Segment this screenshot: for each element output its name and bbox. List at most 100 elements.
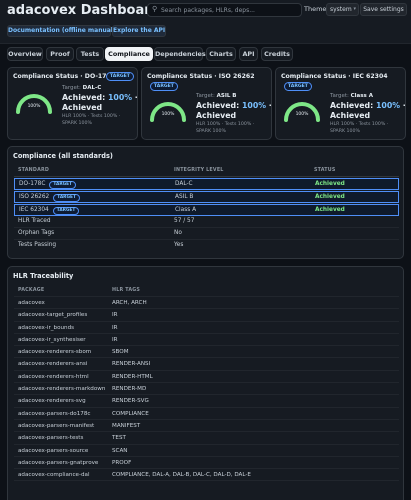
achieved-separator: · [268,101,272,110]
target-badge: TARGET [52,207,80,215]
search-input[interactable] [161,5,299,15]
table-row: adacovex-parsers-tests TEST [14,432,399,445]
table-row[interactable]: DO-178C TARGET DAL-C Achieved [14,178,399,190]
target-badge: TARGET [106,72,134,81]
package-cell: adacovex-parsers-source [18,447,89,454]
table-row: Tests Passing Yes [14,240,399,252]
standard-cell: IEC 62304 TARGET [19,207,80,215]
traceability-rows: adacovex ARCH, ARCH adacovex-target_profil… [14,297,399,482]
package-cell: adacovex-renderers-svg [18,398,86,405]
status-cell: Achieved [315,181,345,187]
hlr-tags-cell: SBOM [112,349,129,356]
table-row: adacovex-renderers-sbom SBOM [14,346,399,359]
hlr-tags-cell: COMPLIANCE, DAL-A, DAL-B, DAL-C, DAL-D, … [112,472,251,479]
card-meta-line: SPARK 100% [62,120,92,126]
column-header: PACKAGE [18,288,45,293]
hlr-tags-cell: ARCH, ARCH [112,300,147,306]
target-badge: TARGET [150,82,178,91]
achieved-prefix: Achieved: [330,101,374,110]
package-cell: adacovex-renderers-sbom [18,349,92,356]
hlr-tags-cell: RENDER-ANSI [112,361,151,368]
target-badge: TARGET [284,82,312,91]
explore-api-link[interactable]: Explore the API [112,25,166,37]
theme-label: Theme [304,5,327,13]
achieved-percent: 100% [107,93,133,102]
status-cell: Achieved [315,194,345,200]
tab-charts[interactable]: Charts [206,47,236,61]
column-header: HLR TAGS [112,288,141,293]
achieved-prefix: Achieved: [62,93,106,102]
table-row[interactable]: ISO 26262 TARGET ASIL B Achieved [14,191,399,203]
theme-select[interactable]: system ▾ [326,3,359,16]
standard-name: IEC 62304 [19,207,49,213]
table-row: adacovex-parsers-gnatprove PROOF [14,457,399,470]
hlr-tags-cell: SCAN [112,447,128,454]
package-cell: adacovex-parsers-manifest [18,422,95,429]
package-cell: adacovex-target_profiles [18,312,88,319]
table-row: Orphan Tags No [14,228,399,240]
standard-cell: ISO 26262 TARGET [19,194,80,202]
hlr-traceability-panel: HLR Traceability PACKAGE HLR TAGS adacov… [7,266,404,500]
gauge-chart: 100% [14,92,54,114]
target-label: Target: [196,93,215,99]
target-value: DAL-C [82,85,102,91]
card-title: Compliance Status · ISO 26262 [147,73,255,80]
traceability-table: PACKAGE HLR TAGS adacovex ARCH, ARCH adaco… [14,284,399,482]
save-settings-button[interactable]: Save settings [360,3,407,16]
table-row: adacovex-compliance-dal COMPLIANCE, DAL-A… [14,469,399,482]
package-cell: adacovex-renderers-markdown [18,386,106,393]
card-meta-line: HLR 100% · Tests 100% · [330,122,389,127]
search-icon: ⚲ [152,5,158,13]
target-line: Target: Class A [330,93,373,99]
table-header-row: PACKAGE HLR TAGS [14,284,399,297]
package-cell: adacovex-ir_synthesiser [18,336,86,343]
table-row[interactable]: IEC 62304 TARGET Class A Achieved [14,204,399,216]
hlr-tags-cell: IR [112,324,118,331]
compliance-panel: Compliance (all standards) STANDARD INTE… [7,146,404,259]
package-cell: adacovex-parsers-tests [18,435,84,442]
metric-value: Yes [174,242,184,248]
table-row: adacovex-parsers-do178c COMPLIANCE [14,408,399,420]
hlr-tags-cell: PROOF [112,459,132,466]
achieved-percent: 100% [375,101,401,110]
table-row: adacovex-ir_bounds IR [14,322,399,334]
tab-dependencies[interactable]: Dependencies [154,47,206,61]
card-meta: HLR 100% · Tests 100% · SPARK 100% [62,114,120,127]
package-cell: adacovex-renderers-html [18,373,89,380]
hlr-tags-cell: IR [112,336,118,343]
hlr-tags-cell: TEST [112,435,126,442]
target-label: Target: [62,85,81,91]
tab-proof[interactable]: Proof [46,47,74,61]
app-title: adacovex Dashboard [7,3,160,18]
target-badge: TARGET [53,194,80,202]
search-box[interactable]: ⚲ [147,3,302,17]
achieved-prefix: Achieved: [196,101,240,110]
metric-label: Tests Passing [18,242,57,248]
status-cell: Achieved [315,207,345,213]
metric-value: 57 / 57 [174,218,195,224]
tab-overview[interactable]: Overview [7,47,43,61]
gauge-chart: 100% [148,100,188,122]
package-cell: adacovex-parsers-do178c [18,410,91,417]
tab-credits[interactable]: Credits [261,47,293,61]
target-badge: TARGET [49,181,77,189]
tab-api[interactable]: API [239,47,258,61]
table-row: adacovex-ir_synthesiser IR [14,334,399,347]
package-cell: adacovex-compliance-dal [18,472,90,479]
achieved-word: Achieved [196,111,237,120]
target-value: Class A [350,93,373,99]
card-meta-line: SPARK 100% [330,128,360,134]
tab-tests[interactable]: Tests [76,47,104,61]
tab-compliance[interactable]: Compliance [105,47,153,61]
card-meta-line: SPARK 100% [196,128,226,134]
gauge-value: 100% [161,112,175,117]
level-cell: Class A [175,207,197,213]
documentation-link[interactable]: Documentation (offline manual) [7,25,116,37]
target-label: Target: [330,93,349,99]
hlr-tags-cell: RENDER-HTML [112,373,153,380]
table-row: HLR Traced 57 / 57 [14,216,399,228]
level-cell: ASIL B [175,194,194,200]
level-cell: DAL-C [175,181,193,187]
compliance-table: STANDARD INTEGRITY LEVEL STATUS DO-178C T… [14,165,399,252]
achieved-word: Achieved [330,111,371,120]
